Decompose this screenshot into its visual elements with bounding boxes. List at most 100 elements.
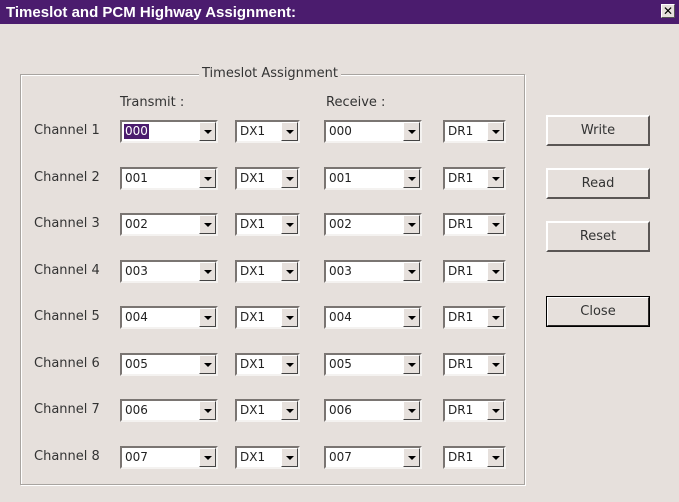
rx-highway-combo[interactable]: DR1 [443,213,506,236]
dropdown-arrow-icon[interactable] [199,308,216,327]
combo-value: DR1 [448,310,474,324]
dropdown-arrow-icon[interactable] [487,401,504,420]
dropdown-arrow-icon[interactable] [487,355,504,374]
rx-highway-combo[interactable]: DR1 [443,260,506,283]
dropdown-arrow-icon[interactable] [403,308,420,327]
dropdown-arrow-icon[interactable] [199,355,216,374]
tx-highway-combo[interactable]: DX1 [235,260,300,283]
dropdown-arrow-icon[interactable] [403,448,420,467]
channel-label: Channel 1 [34,123,100,138]
dropdown-arrow-icon[interactable] [199,448,216,467]
combo-value: 001 [329,171,352,185]
dropdown-arrow-icon[interactable] [281,308,298,327]
combo-value: 000 [329,124,352,138]
dropdown-arrow-icon[interactable] [403,262,420,281]
rx-timeslot-combo[interactable]: 004 [324,306,422,329]
combo-value: DX1 [240,217,266,231]
dropdown-arrow-icon[interactable] [281,262,298,281]
receive-header: Receive : [326,95,386,110]
dropdown-arrow-icon[interactable] [281,215,298,234]
rx-timeslot-combo[interactable]: 002 [324,213,422,236]
rx-highway-combo[interactable]: DR1 [443,120,506,143]
combo-value: 002 [329,217,352,231]
combo-value: DR1 [448,403,474,417]
tx-highway-combo[interactable]: DX1 [235,399,300,422]
rx-timeslot-combo[interactable]: 006 [324,399,422,422]
channel-label: Channel 4 [34,263,100,278]
tx-timeslot-combo[interactable]: 000 [120,120,218,143]
tx-timeslot-combo[interactable]: 002 [120,213,218,236]
rx-timeslot-combo[interactable]: 005 [324,353,422,376]
dropdown-arrow-icon[interactable] [403,169,420,188]
rx-highway-combo[interactable]: DR1 [443,167,506,190]
reset-button[interactable]: Reset [546,221,650,252]
combo-value: 000 [123,123,150,140]
close-button[interactable]: Close [546,296,650,327]
dropdown-arrow-icon[interactable] [199,262,216,281]
dropdown-arrow-icon[interactable] [403,401,420,420]
tx-highway-combo[interactable]: DX1 [235,167,300,190]
close-window-icon[interactable]: ✕ [661,4,675,18]
combo-value: DX1 [240,171,266,185]
rx-highway-combo[interactable]: DR1 [443,446,506,469]
combo-value: 001 [125,171,148,185]
tx-highway-combo[interactable]: DX1 [235,213,300,236]
tx-timeslot-combo[interactable]: 007 [120,446,218,469]
dropdown-arrow-icon[interactable] [199,215,216,234]
channel-label: Channel 2 [34,170,100,185]
combo-value: DX1 [240,310,266,324]
combo-value: DX1 [240,357,266,371]
dropdown-arrow-icon[interactable] [487,122,504,141]
window-title: Timeslot and PCM Highway Assignment: [6,4,297,21]
dropdown-arrow-icon[interactable] [403,215,420,234]
combo-value: 006 [125,403,148,417]
tx-highway-combo[interactable]: DX1 [235,306,300,329]
rx-timeslot-combo[interactable]: 003 [324,260,422,283]
read-button[interactable]: Read [546,168,650,199]
tx-highway-combo[interactable]: DX1 [235,120,300,143]
tx-highway-combo[interactable]: DX1 [235,446,300,469]
dropdown-arrow-icon[interactable] [281,355,298,374]
dropdown-arrow-icon[interactable] [487,308,504,327]
combo-value: 006 [329,403,352,417]
rx-timeslot-combo[interactable]: 001 [324,167,422,190]
dropdown-arrow-icon[interactable] [281,448,298,467]
dropdown-arrow-icon[interactable] [199,169,216,188]
rx-timeslot-combo[interactable]: 000 [324,120,422,143]
dropdown-arrow-icon[interactable] [487,448,504,467]
rx-highway-combo[interactable]: DR1 [443,353,506,376]
dropdown-arrow-icon[interactable] [281,401,298,420]
combo-value: 007 [329,450,352,464]
dropdown-arrow-icon[interactable] [199,122,216,141]
combo-value: DR1 [448,171,474,185]
write-button[interactable]: Write [546,115,650,146]
group-label: Timeslot Assignment [199,66,341,81]
combo-value: DX1 [240,403,266,417]
channel-label: Channel 5 [34,309,100,324]
dropdown-arrow-icon[interactable] [281,122,298,141]
combo-value: 005 [329,357,352,371]
rx-timeslot-combo[interactable]: 007 [324,446,422,469]
dropdown-arrow-icon[interactable] [487,169,504,188]
dropdown-arrow-icon[interactable] [199,401,216,420]
combo-value: DX1 [240,124,266,138]
dropdown-arrow-icon[interactable] [403,122,420,141]
combo-value: 005 [125,357,148,371]
tx-timeslot-combo[interactable]: 003 [120,260,218,283]
combo-value: 004 [125,310,148,324]
dropdown-arrow-icon[interactable] [487,262,504,281]
combo-value: DR1 [448,217,474,231]
rx-highway-combo[interactable]: DR1 [443,306,506,329]
dropdown-arrow-icon[interactable] [281,169,298,188]
tx-timeslot-combo[interactable]: 001 [120,167,218,190]
tx-timeslot-combo[interactable]: 006 [120,399,218,422]
rx-highway-combo[interactable]: DR1 [443,399,506,422]
tx-timeslot-combo[interactable]: 004 [120,306,218,329]
tx-highway-combo[interactable]: DX1 [235,353,300,376]
dropdown-arrow-icon[interactable] [487,215,504,234]
combo-value: 003 [329,264,352,278]
combo-value: 002 [125,217,148,231]
combo-value: DR1 [448,450,474,464]
tx-timeslot-combo[interactable]: 005 [120,353,218,376]
dropdown-arrow-icon[interactable] [403,355,420,374]
